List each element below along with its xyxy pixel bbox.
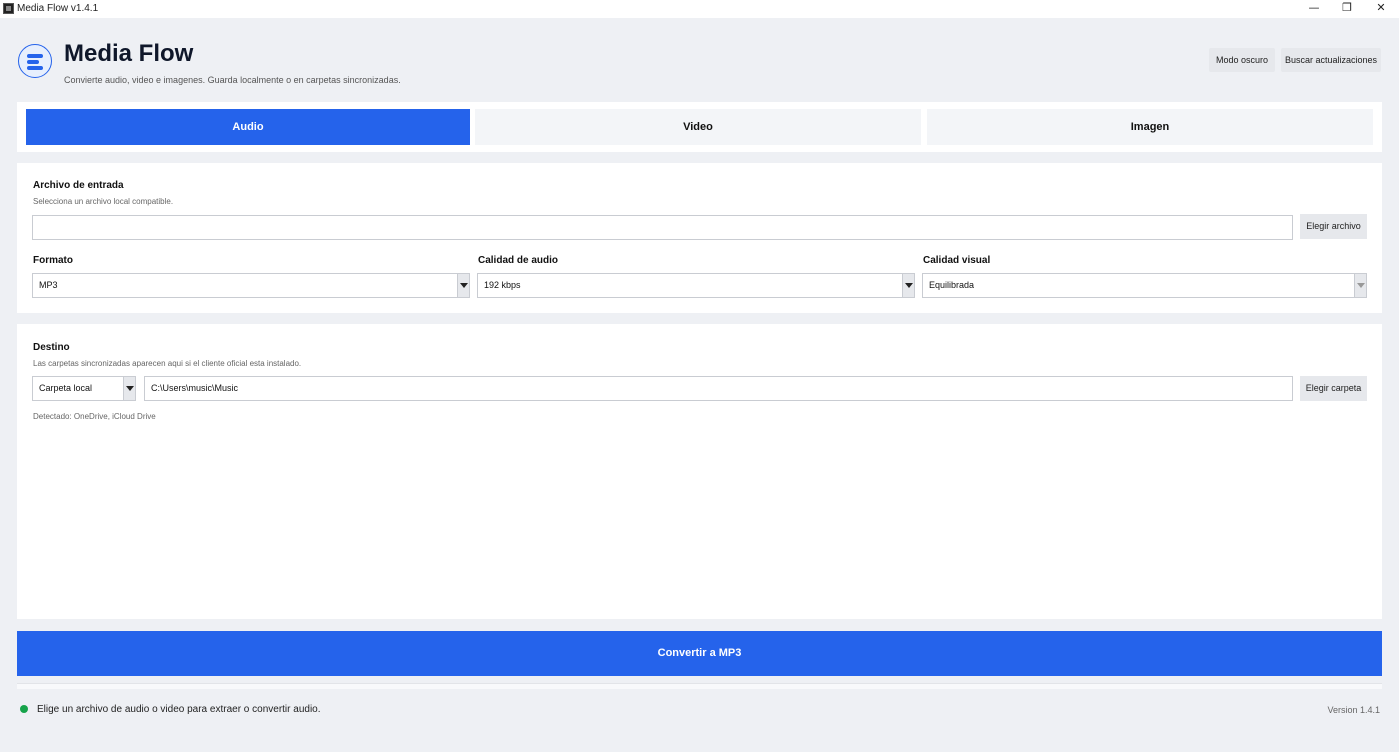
audio-quality-select[interactable]: 192 kbps bbox=[477, 273, 915, 298]
location-type-select-value: Carpeta local bbox=[39, 383, 93, 393]
format-select-value: MP3 bbox=[39, 280, 58, 290]
destination-section-hint: Las carpetas sincronizadas aparecen aqui… bbox=[33, 359, 302, 368]
chevron-down-icon bbox=[123, 377, 135, 400]
destination-card: Destino Las carpetas sincronizadas apare… bbox=[17, 324, 1382, 619]
menu-lines-icon bbox=[18, 44, 52, 78]
chevron-down-icon bbox=[1354, 274, 1366, 297]
choose-folder-button[interactable]: Elegir carpeta bbox=[1300, 376, 1367, 401]
location-type-select[interactable]: Carpeta local bbox=[32, 376, 136, 401]
destination-path-input[interactable]: C:\Users\music\Music bbox=[144, 376, 1293, 401]
convert-button[interactable]: Convertir a MP3 bbox=[17, 631, 1382, 676]
input-card: Archivo de entrada Selecciona un archivo… bbox=[17, 163, 1382, 313]
input-section-hint: Selecciona un archivo local compatible. bbox=[33, 197, 174, 206]
chevron-down-icon bbox=[457, 274, 469, 297]
app-name: Media Flow bbox=[64, 40, 194, 67]
minimize-button[interactable]: — bbox=[1297, 0, 1331, 18]
check-updates-button[interactable]: Buscar actualizaciones bbox=[1281, 48, 1381, 72]
visual-quality-select[interactable]: Equilibrada bbox=[922, 273, 1367, 298]
dark-mode-button[interactable]: Modo oscuro bbox=[1209, 48, 1275, 72]
audio-quality-label: Calidad de audio bbox=[478, 255, 559, 266]
choose-file-button[interactable]: Elegir archivo bbox=[1300, 214, 1367, 239]
status-message: Elige un archivo de audio o video para e… bbox=[37, 704, 321, 715]
format-label: Formato bbox=[33, 255, 73, 266]
version-label: Version 1.4.1 bbox=[1327, 705, 1380, 715]
app-icon bbox=[3, 3, 14, 14]
progress-bar bbox=[17, 683, 1382, 689]
detected-sync-folders: Detectado: OneDrive, iCloud Drive bbox=[33, 412, 156, 421]
tab-bar: Audio Video Imagen bbox=[17, 102, 1382, 152]
visual-quality-select-value: Equilibrada bbox=[929, 280, 975, 290]
format-select[interactable]: MP3 bbox=[32, 273, 470, 298]
window-title: Media Flow v1.4.1 bbox=[17, 3, 99, 14]
restore-button[interactable]: ❐ bbox=[1330, 0, 1364, 18]
tab-video[interactable]: Video bbox=[475, 109, 921, 145]
window-titlebar: Media Flow v1.4.1 — ❐ ✕ bbox=[0, 0, 1399, 18]
status-indicator-icon bbox=[20, 705, 28, 713]
destination-section-title: Destino bbox=[33, 342, 70, 353]
close-button[interactable]: ✕ bbox=[1364, 0, 1398, 18]
tab-audio[interactable]: Audio bbox=[26, 109, 470, 145]
audio-quality-select-value: 192 kbps bbox=[484, 280, 521, 290]
file-input[interactable] bbox=[32, 215, 1293, 240]
app-subtitle: Convierte audio, video e imagenes. Guard… bbox=[64, 75, 401, 85]
chevron-down-icon bbox=[902, 274, 914, 297]
visual-quality-label: Calidad visual bbox=[923, 255, 991, 266]
input-section-title: Archivo de entrada bbox=[33, 180, 124, 191]
app-header: Media Flow Convierte audio, video e imag… bbox=[0, 18, 1399, 102]
tab-imagen[interactable]: Imagen bbox=[927, 109, 1373, 145]
